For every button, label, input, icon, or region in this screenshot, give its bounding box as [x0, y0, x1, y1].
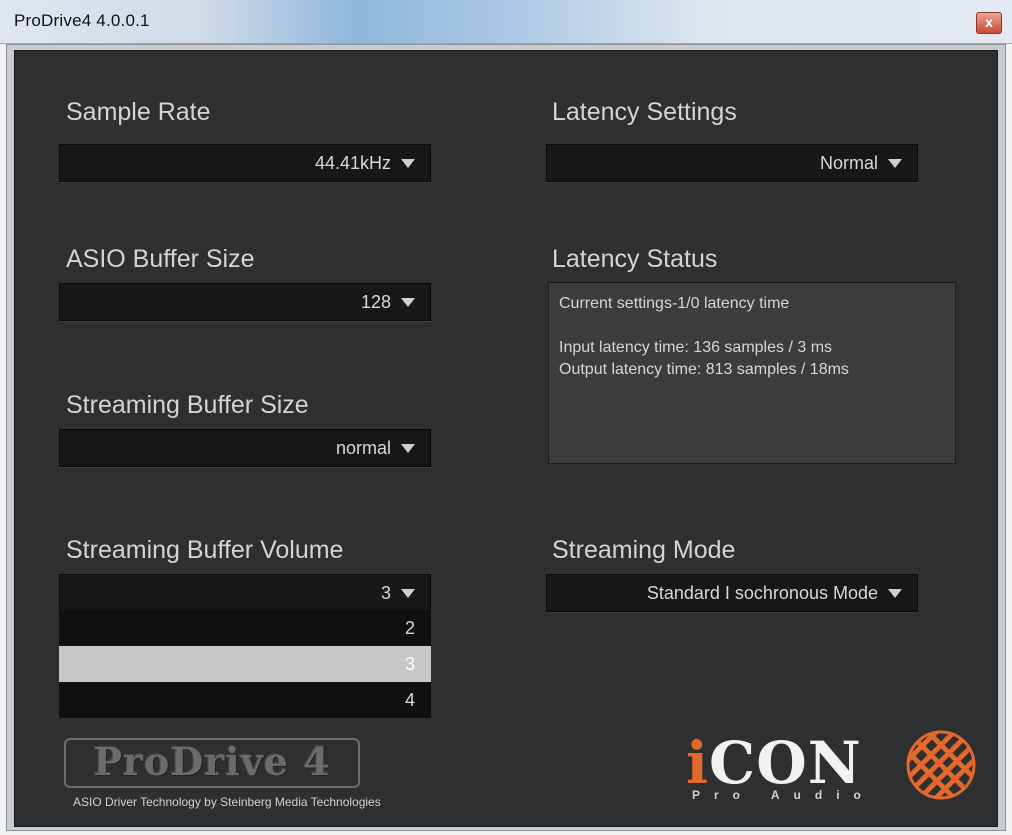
icon-orb-logo — [906, 730, 976, 800]
title-bar[interactable]: ProDrive4 4.0.0.1 x — [0, 0, 1012, 44]
streaming-buffer-size-label: Streaming Buffer Size — [66, 391, 309, 419]
latency-status-line: Output latency time: 813 samples / 18ms — [559, 361, 849, 378]
chevron-down-icon — [401, 297, 415, 307]
streaming-mode-dropdown[interactable]: Standard I sochronous Mode — [546, 574, 918, 612]
prodrive-logo: ProDrive 4 — [64, 738, 360, 788]
asio-buffer-value: 128 — [360, 291, 391, 312]
streaming-buffer-volume-value: 3 — [380, 582, 391, 603]
streaming-mode-label: Streaming Mode — [552, 536, 736, 564]
footer-credit: ASIO Driver Technology by Steinberg Medi… — [73, 795, 381, 809]
latency-settings-value: Normal — [819, 152, 878, 173]
latency-status-box: Current settings-1/0 latency time Input … — [548, 282, 956, 464]
streaming-mode-value: Standard I sochronous Mode — [646, 582, 878, 603]
chevron-down-icon — [401, 158, 415, 168]
icon-logo: iCON — [686, 729, 862, 797]
volume-option-selected[interactable]: 3 — [59, 646, 431, 682]
chevron-down-icon — [888, 158, 902, 168]
close-icon: x — [985, 14, 993, 30]
latency-status-label: Latency Status — [552, 245, 718, 273]
volume-option[interactable]: 4 — [59, 682, 431, 718]
latency-settings-dropdown[interactable]: Normal — [546, 144, 918, 182]
asio-buffer-dropdown[interactable]: 128 — [59, 283, 431, 321]
chevron-down-icon — [401, 588, 415, 598]
streaming-buffer-size-value: normal — [335, 437, 391, 458]
latency-status-line: Input latency time: 136 samples / 3 ms — [559, 339, 833, 356]
sample-rate-value: 44.41kHz — [314, 152, 391, 173]
streaming-buffer-volume-dropdown[interactable]: 3 — [59, 574, 431, 612]
asio-buffer-label: ASIO Buffer Size — [66, 245, 255, 273]
sample-rate-label: Sample Rate — [66, 98, 211, 126]
volume-option[interactable]: 2 — [59, 610, 431, 646]
streaming-buffer-size-dropdown[interactable]: normal — [59, 429, 431, 467]
latency-settings-label: Latency Settings — [552, 98, 737, 126]
chevron-down-icon — [888, 588, 902, 598]
pro-audio-text: Pro Audio — [692, 788, 875, 802]
sample-rate-dropdown[interactable]: 44.41kHz — [59, 144, 431, 182]
streaming-buffer-volume-label: Streaming Buffer Volume — [66, 536, 344, 564]
chevron-down-icon — [401, 443, 415, 453]
window-title: ProDrive4 4.0.0.1 — [14, 11, 150, 30]
close-button[interactable]: x — [976, 12, 1002, 34]
latency-status-line: Current settings-1/0 latency time — [559, 295, 790, 312]
